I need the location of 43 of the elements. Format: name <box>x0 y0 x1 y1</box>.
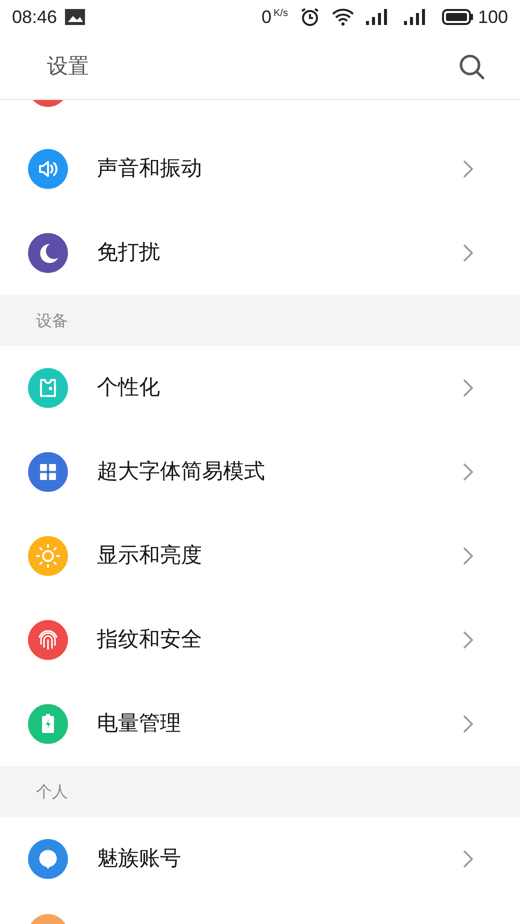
clock-time: 08:46 <box>12 6 58 28</box>
chevron-icon <box>462 714 474 734</box>
chevron-icon <box>462 243 474 263</box>
network-speed: 0 <box>261 6 272 28</box>
page-title: 设置 <box>47 52 89 80</box>
partial-row-icon <box>28 914 68 924</box>
chevron-icon <box>462 849 474 869</box>
alarm-icon <box>300 7 320 27</box>
settings-item[interactable]: 超大字体简易模式 <box>0 430 520 514</box>
settings-item[interactable]: 魅族账号 <box>0 817 520 901</box>
item-label: 声音和振动 <box>97 155 203 182</box>
item-label: 超大字体简易模式 <box>97 458 266 486</box>
tshirt-icon <box>28 368 68 408</box>
wifi-icon <box>332 8 354 26</box>
item-label: 个性化 <box>97 374 161 402</box>
item-label: 免打扰 <box>97 239 161 266</box>
speaker-icon <box>28 149 68 189</box>
grid-icon <box>28 452 68 492</box>
sun-icon <box>28 536 68 576</box>
item-label: 电量管理 <box>97 710 182 738</box>
chevron-icon <box>462 462 474 482</box>
chevron-icon <box>462 159 474 179</box>
chevron-icon <box>462 546 474 566</box>
speed-unit: K/s <box>274 7 288 21</box>
settings-item[interactable]: 个性化 <box>0 346 520 430</box>
battery-icon <box>28 704 68 744</box>
chevron-icon <box>462 378 474 398</box>
battery-level: 100 <box>478 6 508 28</box>
settings-item[interactable]: 电量管理 <box>0 682 520 766</box>
battery-status-icon <box>442 9 474 25</box>
settings-item[interactable]: 显示和亮度 <box>0 514 520 598</box>
section-title: 个人 <box>36 780 68 802</box>
section-title: 设备 <box>36 310 68 332</box>
item-label: 魅族账号 <box>97 845 182 872</box>
settings-item[interactable]: 免打扰 <box>0 211 520 295</box>
chevron-icon <box>462 630 474 650</box>
item-label: 指纹和安全 <box>97 626 203 654</box>
image-icon <box>65 9 86 25</box>
fingerprint-icon <box>28 620 68 660</box>
settings-item[interactable]: 声音和振动 <box>0 127 520 211</box>
item-label: 显示和亮度 <box>97 542 203 570</box>
settings-item[interactable]: 指纹和安全 <box>0 598 520 682</box>
moon-icon <box>28 233 68 273</box>
